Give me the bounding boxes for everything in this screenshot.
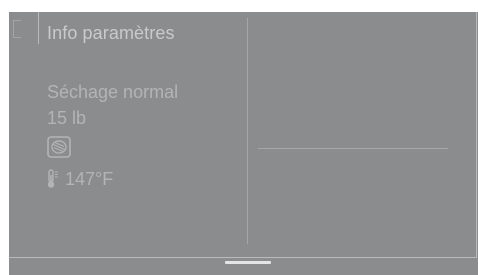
back-bracket-icon[interactable] — [13, 20, 21, 38]
thermometer-icon — [47, 169, 58, 188]
program-name: Séchage normal — [47, 82, 179, 102]
drying-level-icon — [47, 136, 71, 158]
column-divider — [247, 18, 248, 244]
right-panel-rule — [258, 148, 448, 149]
page-title: Info paramètres — [47, 23, 175, 43]
home-indicator[interactable] — [225, 261, 271, 264]
load-weight: 15 lb — [47, 108, 87, 128]
title-divider — [38, 12, 39, 44]
temperature-row: 147°F — [47, 168, 113, 190]
content-frame — [9, 12, 477, 258]
display-screen: Info paramètres Séchage normal 15 lb 147… — [9, 12, 478, 275]
temperature-value: 147°F — [65, 168, 114, 189]
